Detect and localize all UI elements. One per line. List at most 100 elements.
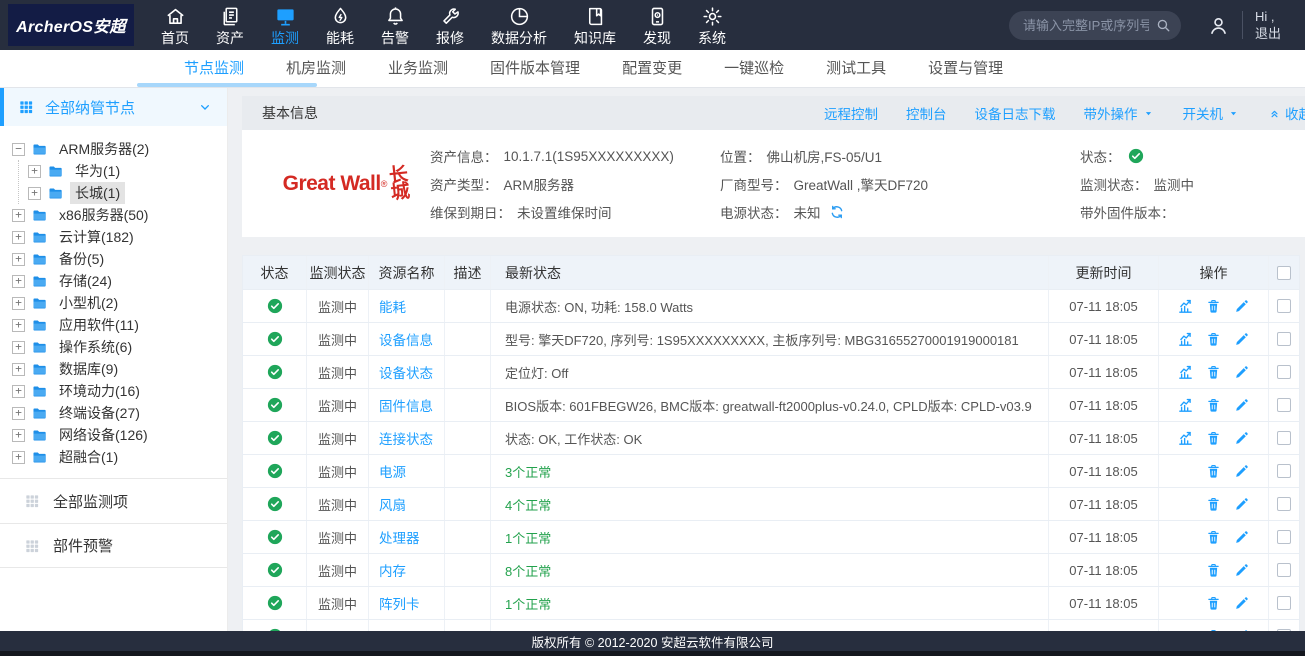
expand-node-icon[interactable]: + <box>12 363 25 376</box>
expand-node-icon[interactable]: + <box>12 253 25 266</box>
row-checkbox[interactable] <box>1277 497 1291 511</box>
tree-node-label[interactable]: 长城(1) <box>70 182 125 204</box>
tree-node[interactable]: + 应用软件(11) <box>12 314 227 336</box>
tree-node-label[interactable]: 云计算(182) <box>54 226 139 248</box>
subnav-tab-5[interactable]: 一键巡检 <box>722 50 786 87</box>
tree-node[interactable]: +x86服务器(50) <box>12 204 227 226</box>
chart-icon[interactable] <box>1177 331 1194 348</box>
topnav-item-alarm[interactable]: 告警 <box>381 5 409 46</box>
expand-node-icon[interactable]: + <box>12 341 25 354</box>
trash-icon[interactable] <box>1205 430 1222 447</box>
expand-node-icon[interactable]: + <box>12 231 25 244</box>
subnav-tab-2[interactable]: 业务监测 <box>386 50 450 87</box>
tree-node[interactable]: + 长城(1) <box>28 182 227 204</box>
row-checkbox[interactable] <box>1277 431 1291 445</box>
row-checkbox[interactable] <box>1277 464 1291 478</box>
topnav-item-system[interactable]: 系统 <box>698 5 726 46</box>
panel-action-4[interactable]: 开关机 <box>1183 103 1241 123</box>
refresh-icon[interactable] <box>829 204 845 220</box>
resource-name-link[interactable]: 设备信息 <box>369 323 445 355</box>
chart-icon[interactable] <box>1177 397 1194 414</box>
trash-icon[interactable] <box>1205 562 1222 579</box>
search-box[interactable] <box>1009 11 1181 40</box>
tree-node-label[interactable]: ARM服务器(2) <box>54 138 154 160</box>
expand-node-icon[interactable]: + <box>12 451 25 464</box>
tree-node[interactable]: + 备份(5) <box>12 248 227 270</box>
subnav-tab-6[interactable]: 测试工具 <box>824 50 888 87</box>
panel-action-0[interactable]: 远程控制 <box>824 103 878 123</box>
tree-node[interactable]: + 超融合(1) <box>12 446 227 468</box>
pencil-icon[interactable] <box>1233 595 1250 612</box>
tree-node[interactable]: + 网络设备(126) <box>12 424 227 446</box>
tree-node-label[interactable]: x86服务器(50) <box>54 204 153 226</box>
subnav-tab-7[interactable]: 设置与管理 <box>926 50 1005 87</box>
sidebar-section-1[interactable]: 部件预警 <box>0 523 227 568</box>
topnav-item-monitor[interactable]: 监测 <box>271 5 299 46</box>
resource-name-link[interactable]: 电源 <box>369 455 445 487</box>
tree-node-label[interactable]: 备份(5) <box>54 248 109 270</box>
trash-icon[interactable] <box>1205 397 1222 414</box>
resource-name-link[interactable]: 设备状态 <box>369 356 445 388</box>
tree-node[interactable]: +数据库(9) <box>12 358 227 380</box>
tree-node-label[interactable]: 网络设备(126) <box>54 424 153 446</box>
resource-name-link[interactable]: 固件信息 <box>369 389 445 421</box>
expand-node-icon[interactable]: + <box>12 275 25 288</box>
chevron-down-icon[interactable] <box>197 99 213 115</box>
tree-node-label[interactable]: 应用软件(11) <box>54 314 144 336</box>
topnav-item-assets[interactable]: 资产 <box>216 5 244 46</box>
pencil-icon[interactable] <box>1233 364 1250 381</box>
tree-node[interactable]: + 终端设备(27) <box>12 402 227 424</box>
resource-name-link[interactable]: 阵列卡 <box>369 587 445 619</box>
search-icon[interactable] <box>1155 17 1172 34</box>
subnav-tab-4[interactable]: 配置变更 <box>620 50 684 87</box>
trash-icon[interactable] <box>1205 463 1222 480</box>
trash-icon[interactable] <box>1205 298 1222 315</box>
sidebar-section-0[interactable]: 全部监测项 <box>0 478 227 523</box>
expand-node-icon[interactable]: + <box>12 429 25 442</box>
select-all-checkbox[interactable] <box>1277 266 1291 280</box>
tree-node-label[interactable]: 操作系统(6) <box>54 336 137 358</box>
user-icon[interactable] <box>1207 14 1230 37</box>
pencil-icon[interactable] <box>1233 562 1250 579</box>
chart-icon[interactable] <box>1177 298 1194 315</box>
topnav-item-home[interactable]: 首页 <box>161 5 189 46</box>
tree-node-label[interactable]: 环境动力(16) <box>54 380 145 402</box>
panel-action-2[interactable]: 设备日志下载 <box>975 103 1056 123</box>
tree-node[interactable]: +华为(1) <box>28 160 227 182</box>
pencil-icon[interactable] <box>1233 496 1250 513</box>
trash-icon[interactable] <box>1205 595 1222 612</box>
logout-link[interactable]: 退出 <box>1255 25 1295 42</box>
pencil-icon[interactable] <box>1233 397 1250 414</box>
trash-icon[interactable] <box>1205 529 1222 546</box>
resource-name-link[interactable]: 内存 <box>369 554 445 586</box>
expand-node-icon[interactable]: + <box>12 407 25 420</box>
chart-icon[interactable] <box>1177 364 1194 381</box>
expand-node-icon[interactable]: + <box>28 165 41 178</box>
panel-action-5[interactable]: 收起 <box>1268 103 1305 123</box>
pencil-icon[interactable] <box>1233 331 1250 348</box>
row-checkbox[interactable] <box>1277 530 1291 544</box>
trash-icon[interactable] <box>1205 331 1222 348</box>
tree-node[interactable]: + 操作系统(6) <box>12 336 227 358</box>
expand-node-icon[interactable]: + <box>12 385 25 398</box>
resource-name-link[interactable]: 能耗 <box>369 290 445 322</box>
topnav-item-knowledge[interactable]: 知识库 <box>574 5 616 46</box>
expand-node-icon[interactable]: + <box>28 187 41 200</box>
topnav-item-analysis[interactable]: 数据分析 <box>491 5 547 46</box>
panel-action-1[interactable]: 控制台 <box>906 103 947 123</box>
row-checkbox[interactable] <box>1277 398 1291 412</box>
tree-node-label[interactable]: 超融合(1) <box>54 446 123 468</box>
chart-icon[interactable] <box>1177 430 1194 447</box>
topnav-item-repair[interactable]: 报修 <box>436 5 464 46</box>
pencil-icon[interactable] <box>1233 298 1250 315</box>
trash-icon[interactable] <box>1205 364 1222 381</box>
resource-name-link[interactable]: 处理器 <box>369 521 445 553</box>
row-checkbox[interactable] <box>1277 365 1291 379</box>
collapse-node-icon[interactable]: − <box>12 143 25 156</box>
row-checkbox[interactable] <box>1277 596 1291 610</box>
trash-icon[interactable] <box>1205 496 1222 513</box>
resource-name-link[interactable]: 连接状态 <box>369 422 445 454</box>
subnav-tab-0[interactable]: 节点监测 <box>182 50 246 87</box>
expand-node-icon[interactable]: + <box>12 319 25 332</box>
tree-node-label[interactable]: 终端设备(27) <box>54 402 145 424</box>
